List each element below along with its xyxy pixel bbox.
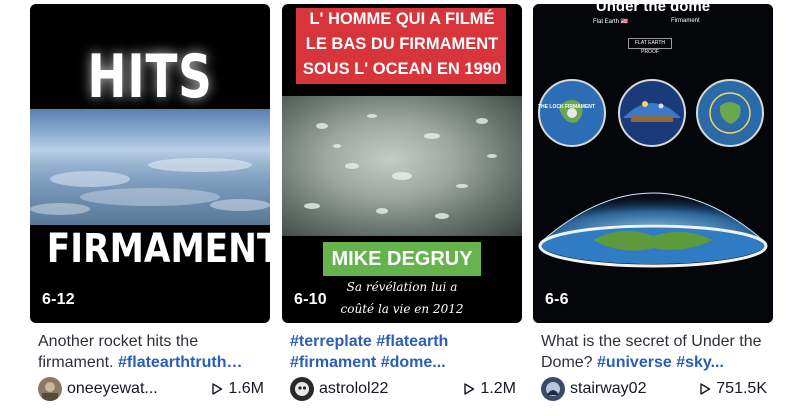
- hashtag-link[interactable]: #dome...: [381, 354, 446, 371]
- hashtag-link[interactable]: #firmament: [290, 354, 376, 371]
- username-link[interactable]: stairway02: [570, 380, 646, 398]
- play-outline-icon: [700, 383, 711, 395]
- video-thumbnail[interactable]: HITS THE FIRMAMENT 6-12: [30, 4, 270, 323]
- post-date: 6-10: [294, 291, 327, 308]
- video-card-1[interactable]: HITS THE FIRMAMENT 6-12 Another rocket h…: [30, 4, 270, 414]
- thumbnail-label: Flat Earth 🇺🇸: [593, 19, 629, 25]
- dome-illustration: [538, 192, 768, 268]
- video-meta: stairway02 751.5K: [541, 376, 767, 402]
- username-link[interactable]: oneeyewat...: [67, 380, 158, 398]
- hashtag-link[interactable]: #terreplate: [290, 333, 372, 350]
- video-meta: oneeyewat... 1.6M: [38, 376, 264, 402]
- flat-earth-map-icon: [696, 79, 764, 147]
- video-caption[interactable]: Another rocket hits the firmament. #flat…: [38, 331, 266, 373]
- video-thumbnail[interactable]: Under the dome Flat Earth 🇺🇸 Firmament F…: [533, 4, 773, 323]
- thumbnail-label: Firmament: [671, 18, 700, 24]
- post-date: 6-12: [42, 291, 75, 308]
- sky-image: [30, 109, 270, 225]
- play-outline-icon: [464, 383, 475, 395]
- avatar[interactable]: [290, 377, 314, 401]
- post-date: 6-6: [545, 291, 569, 308]
- thumbnail-name-label: MIKE DEGRUY: [323, 242, 481, 276]
- view-count: 1.2M: [463, 380, 516, 398]
- video-thumbnail[interactable]: L' HOMME QUI A FILMÉ LE BAS DU FIRMAMENT…: [282, 4, 522, 323]
- play-outline-icon: [212, 383, 223, 395]
- avatar[interactable]: [38, 377, 62, 401]
- globe-map-icon: [538, 79, 606, 147]
- video-card-2[interactable]: L' HOMME QUI A FILMÉ LE BAS DU FIRMAMENT…: [282, 4, 522, 414]
- video-caption[interactable]: What is the secret of Under the Dome? #u…: [541, 331, 769, 373]
- thumbnail-map-label: THE LOCK FIRMAMENT: [538, 104, 595, 110]
- video-card-3[interactable]: Under the dome Flat Earth 🇺🇸 Firmament F…: [533, 4, 773, 414]
- thumbnail-subhead: FIRMAMENT: [46, 226, 270, 272]
- view-count-value: 1.2M: [480, 380, 516, 397]
- thumbnail-title-line: LE BAS DU FIRMAMENT: [305, 35, 499, 53]
- thumbnail-title-line: SOUS L' OCEAN EN 1990: [302, 60, 502, 78]
- hashtag-link[interactable]: #flatearth: [376, 333, 448, 350]
- avatar[interactable]: [541, 377, 565, 401]
- view-count: 751.5K: [699, 380, 767, 398]
- thumbnail-title: Under the dome: [595, 4, 711, 15]
- view-count: 1.6M: [211, 380, 264, 398]
- view-count-value: 1.6M: [228, 380, 264, 397]
- username-link[interactable]: astrolol22: [319, 380, 388, 398]
- thumbnail-badge: FLAT EARTH PROOF: [628, 38, 672, 55]
- underwater-image: [282, 96, 522, 236]
- video-meta: astrolol22 1.2M: [290, 376, 516, 402]
- hashtag-link[interactable]: #flatearthtruth: [118, 354, 226, 371]
- hashtag-link[interactable]: #universe: [597, 354, 672, 371]
- hashtag-link[interactable]: #sky...: [676, 354, 724, 371]
- thumbnail-title-line: L' HOMME QUI A FILMÉ: [309, 10, 495, 28]
- view-count-value: 751.5K: [716, 380, 767, 397]
- video-caption[interactable]: #terreplate #flatearth #firmament #dome.…: [290, 331, 518, 373]
- dome-cross-section-icon: [618, 79, 686, 147]
